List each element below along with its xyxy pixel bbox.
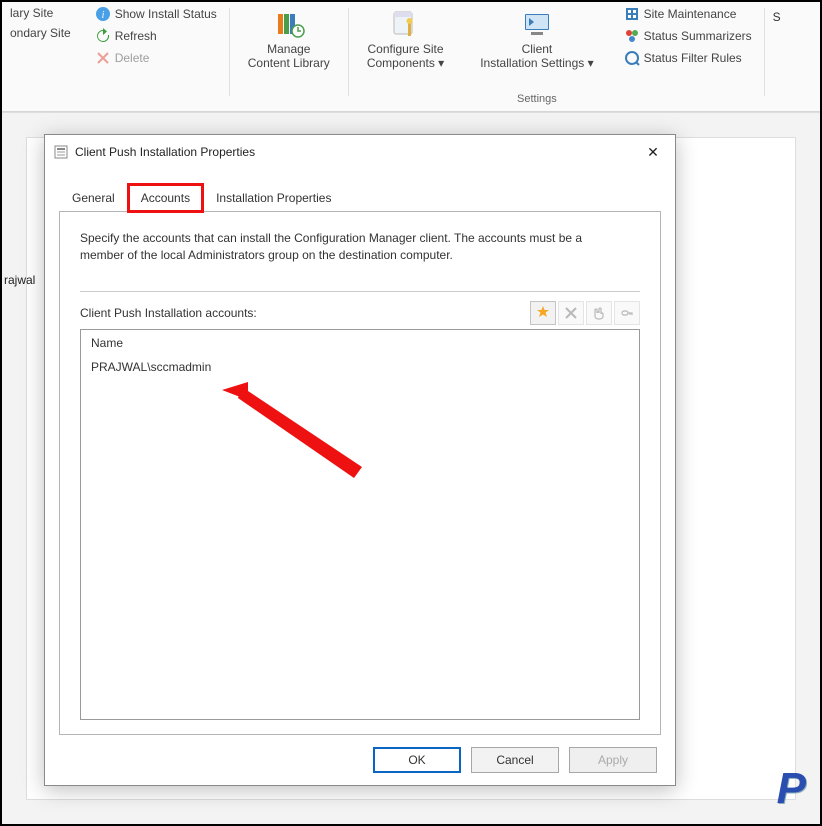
settings-group-label: Settings <box>517 93 557 109</box>
delete-label: Delete <box>115 51 150 65</box>
configure-site-components-button[interactable]: Configure Site Components ▾ <box>357 4 454 74</box>
dialog-titlebar: Client Push Installation Properties ✕ <box>45 135 675 169</box>
maintenance-icon <box>624 6 640 22</box>
dialog-title: Client Push Installation Properties <box>75 145 635 159</box>
remove-account-button[interactable] <box>558 301 584 325</box>
delete-x-icon <box>95 50 111 66</box>
apply-button: Apply <box>569 747 657 773</box>
svg-text:i: i <box>101 10 104 21</box>
site-components-icon <box>390 8 422 40</box>
delete-button[interactable]: Delete <box>91 48 221 68</box>
column-header-name[interactable]: Name <box>81 330 639 356</box>
client-installation-settings-label: Client Installation Settings ▾ <box>480 42 593 70</box>
hand-icon <box>592 306 606 320</box>
edit-account-button[interactable] <box>586 301 612 325</box>
accounts-description: Specify the accounts that can install th… <box>80 230 620 265</box>
tab-general[interactable]: General <box>59 184 128 212</box>
refresh-label: Refresh <box>115 29 157 43</box>
close-button[interactable]: ✕ <box>635 141 671 163</box>
library-icon <box>273 8 305 40</box>
primary-site-partial: lary Site <box>6 4 75 22</box>
configure-site-components-label: Configure Site Components ▾ <box>367 42 444 70</box>
watermark-logo: P <box>777 764 806 814</box>
manage-content-library-label: Manage Content Library <box>248 42 330 70</box>
client-push-properties-dialog: Client Push Installation Properties ✕ Ge… <box>44 134 676 786</box>
dialog-buttons: OK Cancel Apply <box>45 735 675 785</box>
refresh-button[interactable]: Refresh <box>91 26 221 46</box>
site-maintenance-button[interactable]: Site Maintenance <box>620 4 756 24</box>
refresh-icon <box>95 28 111 44</box>
cancel-button[interactable]: Cancel <box>471 747 559 773</box>
tabs: General Accounts Installation Properties <box>59 183 661 211</box>
sidebar-item-partial: rajwal <box>4 273 35 287</box>
star-new-icon <box>535 305 551 321</box>
dialog-icon <box>53 144 69 160</box>
tab-installation-properties[interactable]: Installation Properties <box>203 184 344 212</box>
ribbon-cutoff: S <box>773 10 781 24</box>
account-row[interactable]: PRAJWAL\sccmadmin <box>81 356 639 378</box>
site-maintenance-label: Site Maintenance <box>644 7 737 21</box>
accounts-label: Client Push Installation accounts: <box>80 306 257 320</box>
accounts-listbox[interactable]: Name PRAJWAL\sccmadmin <box>80 329 640 720</box>
manage-content-library-button[interactable]: Manage Content Library <box>238 4 340 74</box>
secondary-site-partial: ondary Site <box>6 24 75 42</box>
accounts-toolbar <box>530 301 640 325</box>
client-installation-settings-button[interactable]: Client Installation Settings ▾ <box>470 4 603 74</box>
status-filter-rules-label: Status Filter Rules <box>644 51 742 65</box>
status-summarizers-button[interactable]: Status Summarizers <box>620 26 756 46</box>
tab-accounts[interactable]: Accounts <box>128 184 203 212</box>
summarizers-icon <box>624 28 640 44</box>
show-install-status-button[interactable]: i Show Install Status <box>91 4 221 24</box>
filter-icon <box>624 50 640 66</box>
client-monitor-icon <box>521 8 553 40</box>
tab-content: Specify the accounts that can install th… <box>59 211 661 735</box>
status-filter-rules-button[interactable]: Status Filter Rules <box>620 48 756 68</box>
info-icon: i <box>95 6 111 22</box>
add-account-button[interactable] <box>530 301 556 325</box>
status-summarizers-label: Status Summarizers <box>644 29 752 43</box>
verify-account-button[interactable] <box>614 301 640 325</box>
key-icon <box>620 306 634 320</box>
ok-button[interactable]: OK <box>373 747 461 773</box>
ribbon: lary Site ondary Site i Show Install Sta… <box>2 2 820 112</box>
x-icon <box>564 306 578 320</box>
show-install-status-label: Show Install Status <box>115 7 217 21</box>
close-icon: ✕ <box>647 145 659 159</box>
